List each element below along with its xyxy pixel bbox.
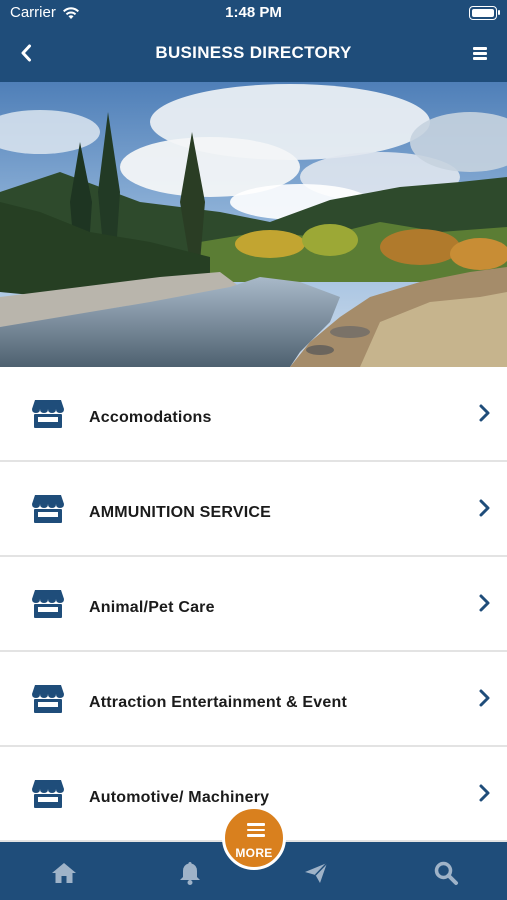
status-bar: Carrier 1:48 PM [0, 0, 507, 26]
chevron-right-icon [479, 689, 490, 707]
chevron-right-icon [479, 594, 490, 612]
page-title: BUSINESS DIRECTORY [155, 43, 352, 62]
list-item[interactable]: AMMUNITION SERVICE [0, 462, 507, 557]
more-label: MORE [235, 846, 273, 860]
bell-icon [180, 862, 200, 885]
hamburger-icon [473, 47, 487, 50]
more-button[interactable]: MORE [222, 806, 286, 870]
category-label: Automotive/ Machinery [89, 789, 270, 806]
menu-button[interactable] [471, 42, 493, 64]
tab-search[interactable] [431, 860, 461, 886]
category-label: Animal/Pet Care [89, 599, 215, 616]
home-icon [52, 863, 76, 883]
hamburger-icon-line [473, 52, 487, 55]
landscape-photo [0, 82, 507, 367]
menu-lines-icon [247, 823, 265, 837]
list-item[interactable]: Attraction Entertainment & Event [0, 652, 507, 747]
storefront-icon [32, 495, 64, 523]
chevron-right-icon [479, 784, 490, 802]
send-icon [305, 862, 328, 883]
category-label: Attraction Entertainment & Event [89, 694, 347, 711]
list-item[interactable]: Accomodations [0, 367, 507, 462]
chevron-right-icon [479, 404, 490, 422]
category-label: Accomodations [89, 409, 212, 426]
tab-notifications[interactable] [175, 860, 205, 886]
chevron-right-icon [479, 499, 490, 517]
status-time: 1:48 PM [225, 4, 282, 21]
storefront-icon [32, 590, 64, 618]
category-list: Accomodations AMMUNITION SERVICE Animal/… [0, 367, 507, 842]
tab-home[interactable] [49, 860, 79, 886]
category-label: AMMUNITION SERVICE [89, 504, 271, 521]
hero-image [0, 82, 507, 367]
search-icon [434, 861, 458, 885]
hamburger-icon-line [473, 57, 487, 60]
list-item[interactable]: Animal/Pet Care [0, 557, 507, 652]
tab-send[interactable] [301, 860, 331, 886]
battery-icon [469, 6, 500, 20]
storefront-icon [32, 400, 64, 428]
storefront-icon [32, 780, 64, 808]
storefront-icon [32, 685, 64, 713]
nav-bar: BUSINESS DIRECTORY [0, 26, 507, 82]
